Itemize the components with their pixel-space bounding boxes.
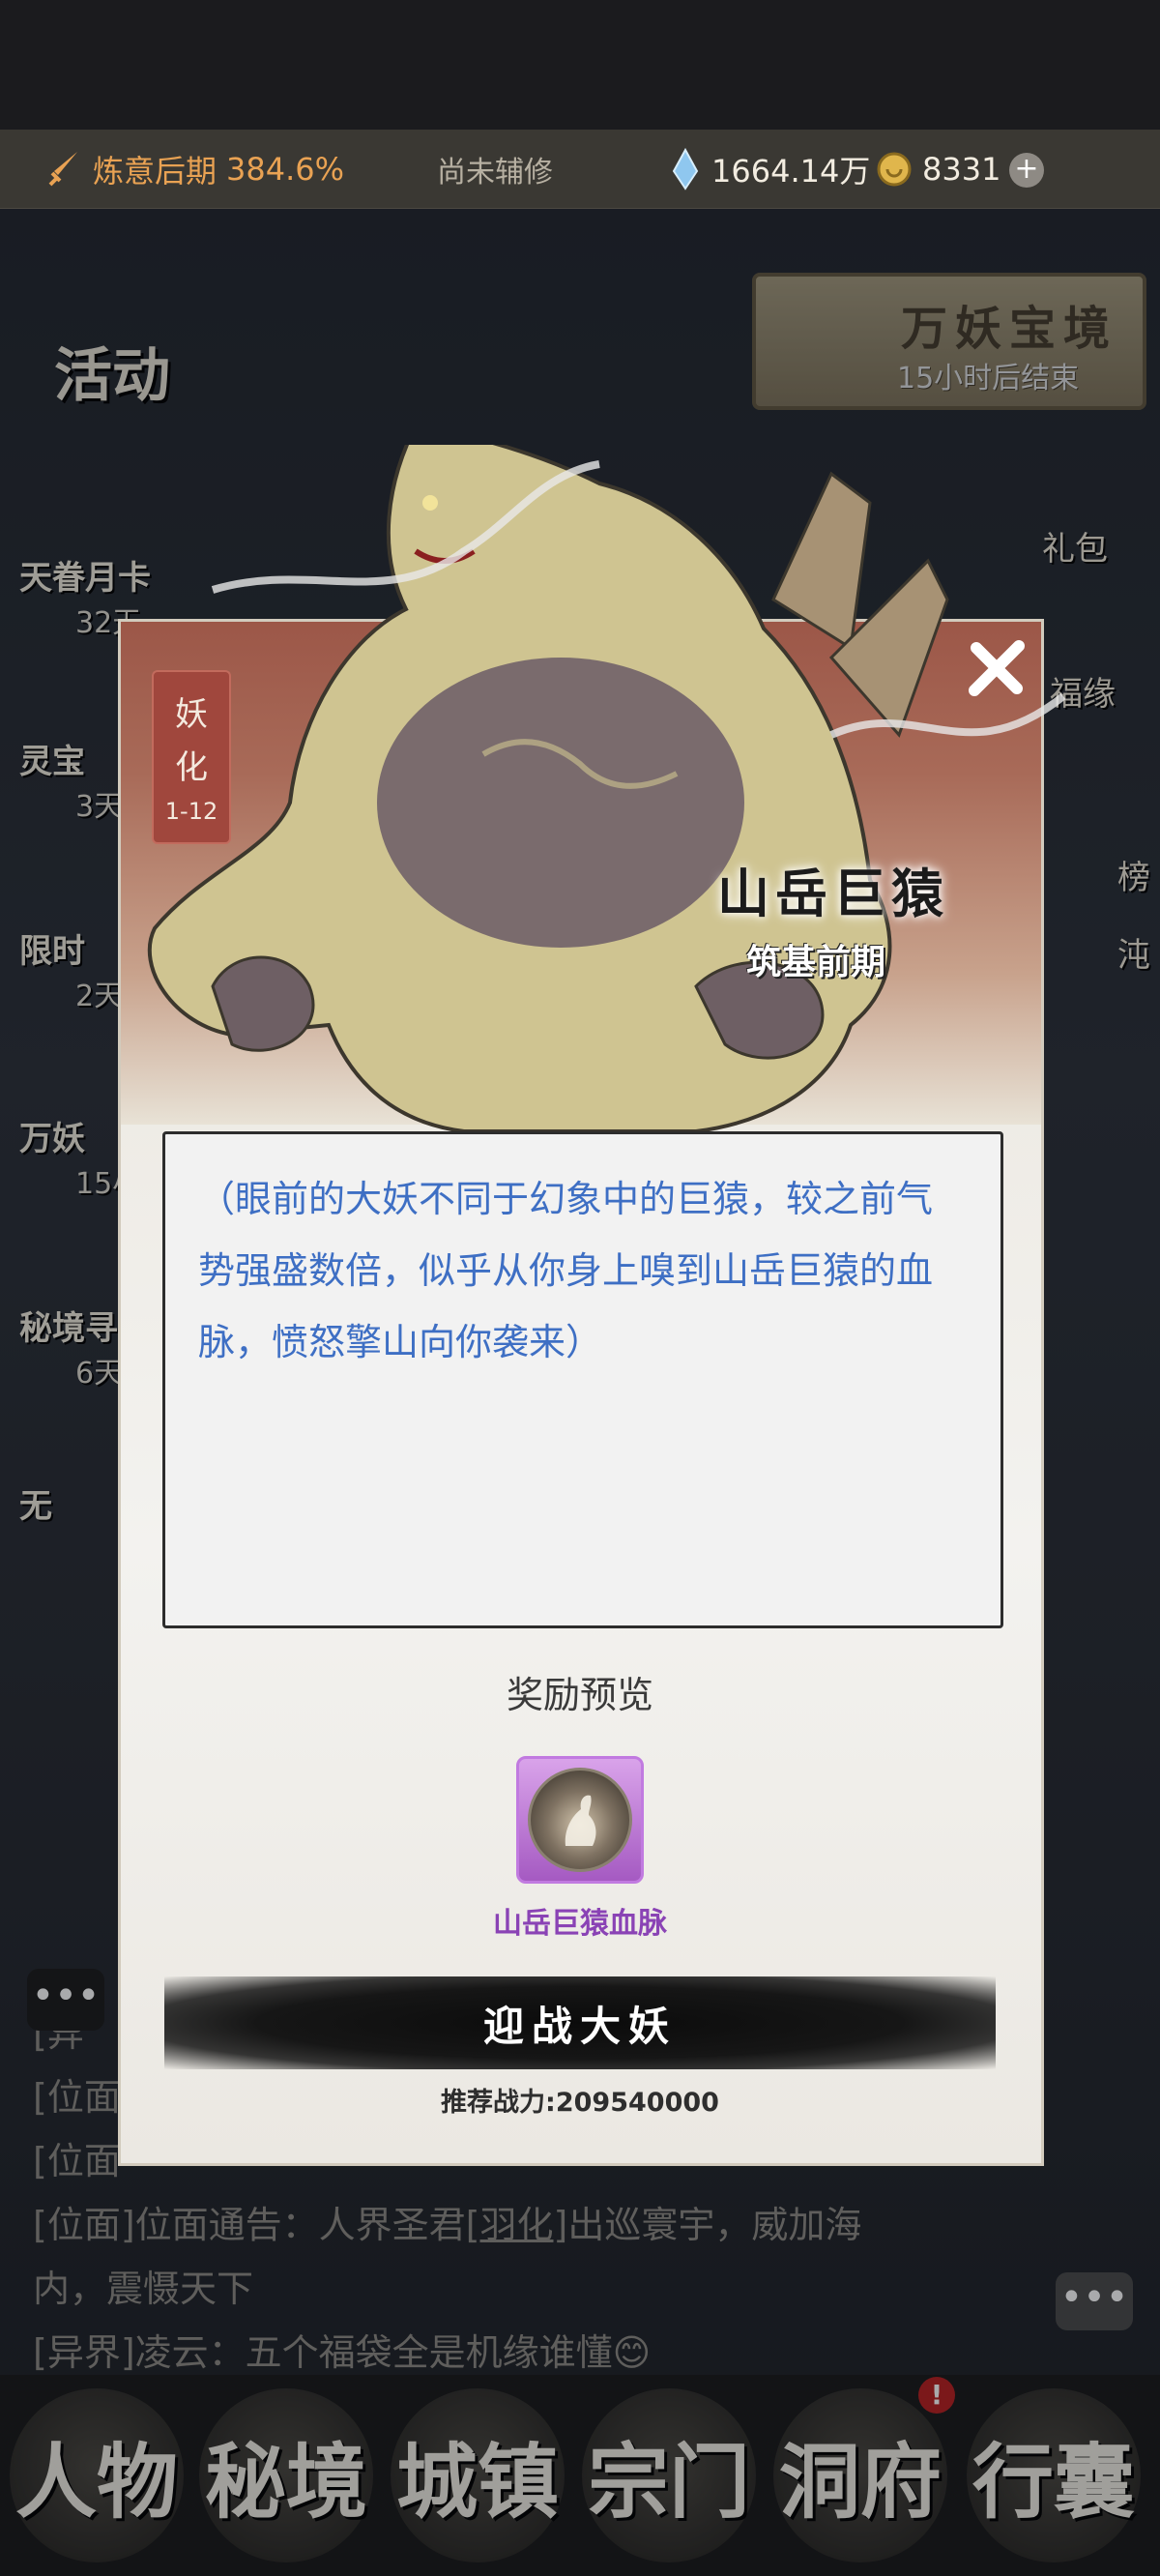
resource-bar: 炼意后期 384.6% 尚未辅修 1664.14万 8331 + [0,130,1160,209]
description-text: （眼前的大妖不同于幻象中的巨猿，较之前气势强盛数倍，似乎从你身上嗅到山岳巨猿的血… [198,1178,934,1363]
realm-percent: 384.6% [226,150,345,188]
fight-button-label: 迎战大妖 [482,2002,677,2050]
recommended-power: 推荐战力:209540000 [441,2088,719,2118]
boss-stage: 筑基前期 [746,943,886,982]
spirit-stone-value: 1664.14万 [711,152,871,190]
bloodline-orb-icon [528,1768,632,1872]
giant-ape-illustration [147,445,1066,1133]
boss-description: （眼前的大妖不同于幻象中的巨猿，较之前气势强盛数倍，似乎从你身上嗅到山岳巨猿的血… [162,1131,1003,1628]
gold-counter[interactable]: 8331 [876,151,1000,188]
reward-preview-title: 奖励预览 [506,1674,653,1716]
reward-item-name: 山岳巨猿血脉 [493,1907,667,1941]
fight-demon-button[interactable]: 迎战大妖 [164,1976,996,2069]
plus-icon[interactable]: + [1009,153,1044,188]
spirit-stone-counter[interactable]: 1664.14万 [671,147,870,191]
reward-item[interactable] [516,1756,644,1884]
boss-name: 山岳巨猿 [717,863,949,924]
coin-icon [877,152,912,186]
close-icon[interactable] [957,630,1036,710]
ape-silhouette-icon [565,1795,596,1846]
sword-icon [48,151,77,186]
crystal-icon [672,147,699,190]
top-decorative-band [0,0,1160,130]
realm-name: 炼意后期 [93,152,218,190]
assist-status[interactable]: 尚未辅修 [437,148,553,190]
realm-progress[interactable]: 炼意后期 384.6% [44,147,344,191]
close-x-glyph [969,640,1025,696]
gold-value: 8331 [922,150,1001,188]
